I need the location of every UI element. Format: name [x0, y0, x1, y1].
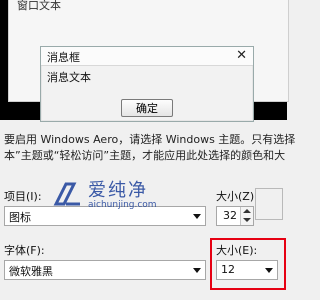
item-label: 项目(I):	[4, 190, 42, 203]
appearance-preview: 窗口文本 消息框 ✕ 消息文本 确定	[0, 0, 289, 122]
description-line-2: 本”主题或“轻松访问”主题，才能应用此处选择的颜色和大	[4, 149, 286, 162]
description-text: 要启用 Windows Aero，请选择 Windows 主题。只有选择 本”主…	[4, 132, 296, 164]
preview-message-box-title: 消息框	[47, 51, 80, 64]
preview-message-box-titlebar: 消息框 ✕	[41, 47, 253, 66]
item-color-button[interactable]	[255, 188, 283, 220]
item-size-label: 大小(Z):	[216, 190, 258, 203]
chevron-down-icon	[193, 268, 201, 273]
preview-ok-button: 确定	[121, 99, 173, 117]
preview-message-box: 消息框 ✕ 消息文本 确定	[40, 46, 254, 122]
font-label: 字体(F):	[4, 244, 45, 257]
item-size-value: 32	[223, 209, 237, 222]
watermark-title: 爱纯净	[88, 180, 148, 201]
preview-message-text: 消息文本	[47, 71, 91, 84]
description-line-1: 要启用 Windows Aero，请选择 Windows 主题。只有选择	[4, 133, 296, 146]
watermark: 爱纯净 aichunjing.com	[52, 176, 192, 216]
preview-window-text: 窗口文本	[17, 0, 61, 12]
close-icon: ✕	[236, 48, 247, 63]
font-select[interactable]: 微软雅黑	[4, 260, 206, 280]
font-select-value: 微软雅黑	[9, 265, 53, 278]
item-size-spinner[interactable]: 32	[216, 206, 254, 226]
item-size-spin-buttons[interactable]	[240, 207, 253, 225]
spin-up-icon[interactable]	[243, 209, 251, 213]
highlight-frame	[210, 238, 286, 290]
chevron-down-icon	[193, 214, 201, 219]
watermark-logo-icon	[53, 182, 80, 206]
item-select-value: 图标	[9, 211, 31, 224]
watermark-url: aichunjing.com	[88, 200, 157, 210]
spin-down-icon[interactable]	[243, 218, 251, 222]
